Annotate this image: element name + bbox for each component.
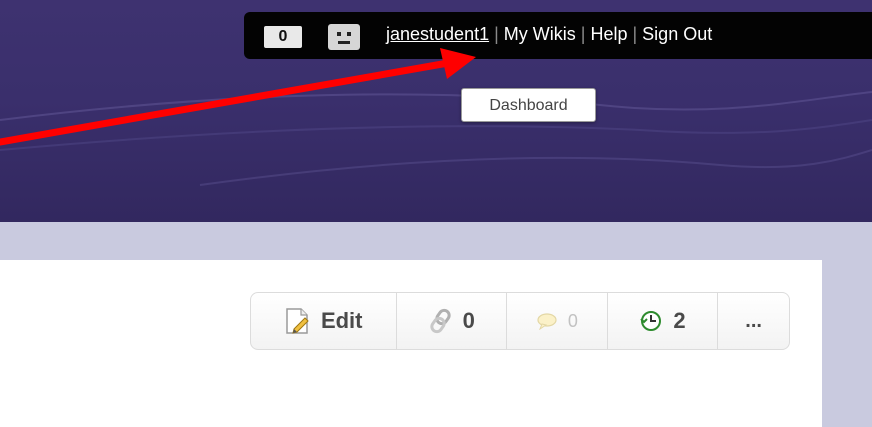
link-separator: | [494,24,499,44]
my-wikis-link[interactable]: My Wikis [504,24,576,44]
links-button[interactable]: 0 [397,293,508,349]
more-actions-button[interactable]: ... [718,293,789,349]
sign-out-link[interactable]: Sign Out [642,24,712,44]
links-count: 0 [462,308,475,333]
page-toolbar: Edit 0 0 2 ... [250,292,790,350]
user-links: janestudent1 | My Wikis | Help | Sign Out [386,22,712,46]
avatar-mouth [338,41,350,44]
comments-button[interactable]: 0 [507,293,608,349]
dashboard-tooltip: Dashboard [461,88,596,122]
help-link[interactable]: Help [590,24,627,44]
chain-link-icon [429,308,453,334]
avatar-eye-left [337,32,341,36]
comments-count: 0 [567,310,578,331]
edit-label: Edit [320,308,363,333]
history-clock-icon [639,309,663,333]
more-label: ... [745,309,762,332]
speech-bubble-icon [536,312,558,330]
history-count: 2 [673,308,686,333]
avatar-eye-right [347,32,351,36]
link-separator: | [580,24,586,44]
avatar-face-icon[interactable] [328,24,360,50]
edit-page-icon [285,307,311,335]
link-separator: | [632,24,638,44]
username-link[interactable]: janestudent1 [386,24,489,44]
history-button[interactable]: 2 [608,293,719,349]
notification-count-badge[interactable]: 0 [264,26,302,48]
edit-button[interactable]: Edit [251,293,398,349]
